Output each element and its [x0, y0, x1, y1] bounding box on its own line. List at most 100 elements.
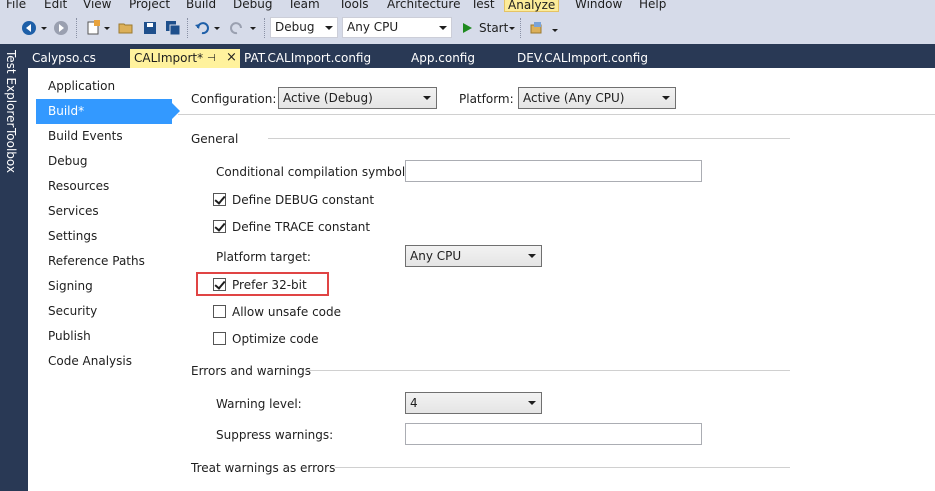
document-tab-bar: Calypso.cs CALImport* ⊣ × PAT.CALImport.…	[28, 44, 935, 68]
save-all-icon[interactable]	[164, 19, 182, 37]
tab-label: PAT.CALImport.config	[244, 51, 372, 65]
nav-item-reference-paths[interactable]: Reference Paths	[36, 249, 172, 274]
toolbar: Debug Any CPU Start	[0, 12, 935, 44]
start-icon[interactable]	[458, 19, 476, 37]
platform-target-label: Platform target:	[216, 250, 311, 264]
save-icon[interactable]	[141, 19, 159, 37]
prefer-32-bit-checkbox[interactable]	[213, 278, 226, 291]
menu-tools[interactable]: Tools	[336, 0, 372, 12]
back-dropdown-icon[interactable]	[41, 27, 47, 30]
menu-architecture[interactable]: Architecture	[384, 0, 463, 12]
solution-configuration-dropdown[interactable]: Debug	[270, 17, 338, 38]
undo-icon[interactable]	[193, 19, 211, 37]
treat-warnings-section-header: Treat warnings as errors	[191, 461, 336, 475]
menu-team[interactable]: Team	[285, 0, 323, 12]
optimize-code-label: Optimize code	[232, 332, 319, 346]
define-debug-label: Define DEBUG constant	[232, 193, 375, 207]
left-tool-strip: Test Explorer Toolbox	[0, 44, 28, 491]
attach-icon[interactable]	[527, 19, 545, 37]
menu-analyze[interactable]: Analyze	[504, 0, 560, 12]
menu-view[interactable]: View	[80, 0, 114, 12]
chevron-down-icon	[528, 401, 536, 405]
define-trace-checkbox[interactable]	[213, 220, 226, 233]
tab-label: App.config	[411, 51, 475, 65]
chevron-down-icon	[662, 96, 670, 100]
toolbox-tab[interactable]: Toolbox	[4, 128, 18, 173]
nav-item-build[interactable]: Build*	[36, 99, 180, 124]
conditional-symbols-input[interactable]	[405, 160, 702, 182]
tab-pat-calimport-config[interactable]: PAT.CALImport.config	[240, 49, 400, 68]
configuration-value: Active (Debug)	[283, 91, 373, 105]
platform-value: Active (Any CPU)	[523, 91, 625, 105]
solution-platform-dropdown[interactable]: Any CPU	[342, 17, 452, 38]
platform-target-value: Any CPU	[410, 249, 462, 263]
start-dropdown-icon[interactable]	[509, 27, 515, 30]
chevron-down-icon	[528, 254, 536, 258]
nav-item-settings[interactable]: Settings	[36, 224, 172, 249]
new-project-icon[interactable]	[84, 19, 102, 37]
tab-dev-calimport-config[interactable]: DEV.CALImport.config	[513, 49, 673, 68]
forward-icon[interactable]	[52, 19, 70, 37]
tab-calypso-cs[interactable]: Calypso.cs	[28, 49, 128, 68]
menu-project[interactable]: Project	[126, 0, 173, 12]
new-dropdown-icon[interactable]	[104, 27, 110, 30]
toolbar-separator	[187, 18, 188, 38]
toolbar-separator	[520, 18, 521, 38]
menu-window[interactable]: Window	[572, 0, 625, 12]
toolbar-overflow-icon[interactable]	[552, 29, 558, 32]
start-button[interactable]: Start	[479, 19, 508, 37]
redo-dropdown-icon[interactable]	[250, 27, 256, 30]
menu-file[interactable]: File	[3, 0, 29, 12]
undo-dropdown-icon[interactable]	[214, 27, 220, 30]
tab-app-config[interactable]: App.config	[407, 49, 507, 68]
define-trace-label: Define TRACE constant	[232, 220, 371, 234]
selected-arrow-icon	[172, 103, 180, 119]
conditional-symbols-label: Conditional compilation symbols:	[216, 165, 416, 179]
menu-build[interactable]: Build	[183, 0, 219, 12]
suppress-warnings-label: Suppress warnings:	[216, 428, 334, 442]
nav-item-services[interactable]: Services	[36, 199, 172, 224]
project-properties: Application Build* Build Events Debug Re…	[28, 68, 935, 491]
pin-icon[interactable]: ⊣	[207, 49, 216, 68]
open-folder-icon[interactable]	[117, 19, 135, 37]
properties-nav: Application Build* Build Events Debug Re…	[28, 68, 180, 491]
chevron-down-icon	[439, 26, 447, 30]
errors-warnings-section-header: Errors and warnings	[191, 364, 312, 378]
toolbar-separator	[264, 18, 265, 38]
warning-level-label: Warning level:	[216, 397, 302, 411]
nav-item-publish[interactable]: Publish	[36, 324, 172, 349]
warning-level-value: 4	[410, 396, 418, 410]
tab-label: Calypso.cs	[32, 51, 96, 65]
suppress-warnings-input[interactable]	[405, 423, 702, 445]
nav-item-signing[interactable]: Signing	[36, 274, 172, 299]
prefer-32-bit-label: Prefer 32-bit	[232, 278, 307, 292]
test-explorer-tab[interactable]: Test Explorer	[4, 50, 18, 127]
warning-level-dropdown[interactable]: 4	[405, 392, 542, 414]
platform-label: Platform:	[459, 92, 514, 106]
redo-icon[interactable]	[228, 19, 246, 37]
chevron-down-icon	[325, 26, 333, 30]
allow-unsafe-checkbox[interactable]	[213, 305, 226, 318]
menu-debug[interactable]: Debug	[230, 0, 275, 12]
tab-label: DEV.CALImport.config	[517, 51, 648, 65]
close-icon[interactable]: ×	[226, 48, 237, 67]
solution-platform-value: Any CPU	[347, 20, 399, 34]
platform-dropdown[interactable]: Active (Any CPU)	[518, 87, 676, 109]
nav-item-application[interactable]: Application	[36, 74, 172, 99]
back-icon[interactable]	[20, 19, 38, 37]
platform-target-dropdown[interactable]: Any CPU	[405, 245, 542, 267]
menu-edit[interactable]: Edit	[41, 0, 70, 12]
menu-help[interactable]: Help	[636, 0, 669, 12]
define-debug-checkbox[interactable]	[213, 193, 226, 206]
configuration-label: Configuration:	[191, 92, 277, 106]
nav-item-debug[interactable]: Debug	[36, 149, 172, 174]
nav-item-resources[interactable]: Resources	[36, 174, 172, 199]
configuration-dropdown[interactable]: Active (Debug)	[278, 87, 437, 109]
nav-item-build-events[interactable]: Build Events	[36, 124, 172, 149]
nav-item-security[interactable]: Security	[36, 299, 172, 324]
menu-test[interactable]: Test	[468, 0, 498, 12]
tab-label: CALImport*	[134, 51, 204, 65]
optimize-code-checkbox[interactable]	[213, 332, 226, 345]
tab-calimport[interactable]: CALImport* ⊣ ×	[130, 49, 240, 68]
nav-item-code-analysis[interactable]: Code Analysis	[36, 349, 172, 374]
